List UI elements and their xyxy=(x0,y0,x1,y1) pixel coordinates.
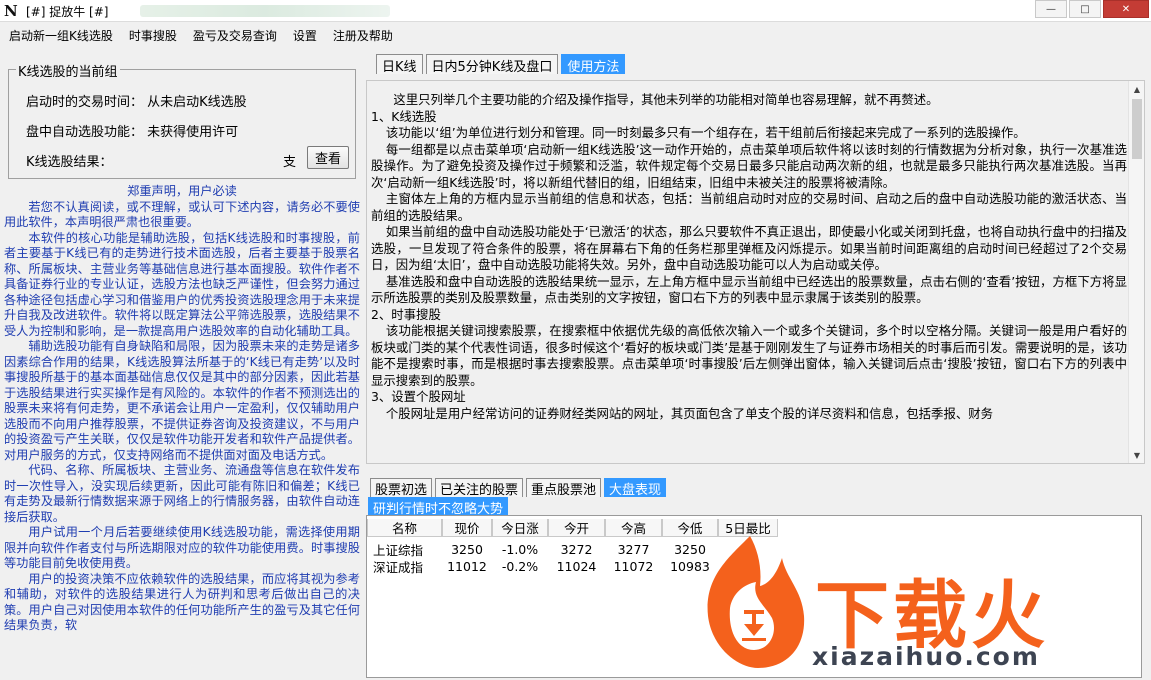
guide-heading: 3、设置个股网址 xyxy=(371,389,466,404)
app-logo-icon: N xyxy=(4,2,18,20)
menu-bar: 启动新一组K线选股 时事搜股 盈亏及交易查询 设置 注册及帮助 xyxy=(0,24,1151,44)
auto-select-row: 盘中自动选股功能： 未获得使用许可 xyxy=(26,121,238,140)
tab-daily-kline[interactable]: 日K线 xyxy=(376,54,423,75)
result-row: K线选股结果： xyxy=(26,151,113,170)
column-header[interactable]: 名称 xyxy=(367,519,442,537)
guide-line: 该功能以‘组’为单位进行划分和管理。同一时刻最多只有一个组存在，若干组前后衔接起… xyxy=(385,125,1026,140)
usage-guide-panel[interactable]: 这里只列举几个主要功能的介绍及操作指导，其他未列举的功能相对简单也容易理解，就不… xyxy=(366,80,1145,464)
guide-heading: 1、K线选股 xyxy=(371,108,437,124)
column-header[interactable]: 今日涨 xyxy=(492,519,548,537)
menu-settings[interactable]: 设置 xyxy=(284,24,324,44)
column-header[interactable]: 现价 xyxy=(442,519,492,537)
cell-price: 11012 xyxy=(447,558,487,574)
result-label: K线选股结果： xyxy=(26,155,113,170)
guide-line: 这里只列举几个主要功能的介绍及操作指导，其他未列举的功能相对简单也容易理解，就不… xyxy=(393,92,939,107)
cell-high: 11072 xyxy=(613,558,654,574)
auto-select-label: 盘中自动选股功能： xyxy=(26,125,144,140)
tab-usage-guide[interactable]: 使用方法 xyxy=(561,54,626,75)
view-results-button[interactable]: 查看 xyxy=(307,146,349,169)
current-group-box: K线选股的当前组 启动时的交易时间： 从未启动K线选股 盘中自动选股功能： 未获… xyxy=(8,61,356,179)
cell-open: 11024 xyxy=(556,558,597,574)
window-controls: — □ ✕ xyxy=(1035,0,1149,18)
tab-intraday-5min[interactable]: 日内5分钟K线及盘口 xyxy=(425,54,559,75)
window-title: [#] 捉放牛 [#] xyxy=(26,5,109,19)
menu-register-help[interactable]: 注册及帮助 xyxy=(324,24,400,44)
stock-list-tabs: 股票初选 已关注的股票 重点股票池 大盘表现 xyxy=(370,478,667,498)
cell-low: 10983 xyxy=(670,558,710,574)
disclaimer-panel: 郑重声明，用户必读 若您不认真阅读，或不理解，或认可下述内容，请务必不要使用此软… xyxy=(4,184,360,680)
guide-line: 每一组都是以点击菜单项‘启动新一组K线选股’这一动作开始的，点击菜单项后软件将以… xyxy=(371,141,1127,190)
title-bar: N [#] 捉放牛 [#] — □ ✕ xyxy=(0,0,1151,22)
disclaimer-title: 郑重声明，用户必读 xyxy=(127,184,237,198)
minimize-button[interactable]: — xyxy=(1035,0,1067,18)
start-time-label: 启动时的交易时间： xyxy=(26,95,144,110)
market-trend-subtab[interactable]: 研判行情时不忽略大势 xyxy=(368,497,509,517)
cell-change: -0.2% xyxy=(501,558,539,574)
disclaimer-paragraph: 本软件的核心功能是辅助选股，包括K线选股和时事搜股，前者主要基于K线已有的走势进… xyxy=(4,230,360,338)
market-table: 名称 现价 今日涨 今开 今高 今低 5日最比 上证综指 3250 -1.0% … xyxy=(366,515,1142,678)
tab-watched-stocks[interactable]: 已关注的股票 xyxy=(435,478,524,498)
auto-select-value: 未获得使用许可 xyxy=(147,125,239,140)
cell-ratio xyxy=(718,558,778,574)
cell-open: 3272 xyxy=(560,541,593,557)
table-header: 名称 现价 今日涨 今开 今高 今低 5日最比 xyxy=(367,519,778,537)
menu-profit-query[interactable]: 盈亏及交易查询 xyxy=(184,24,284,44)
guide-line: 基准选股和盘中自动选股的选股结果统一显示，左上角方框中显示当前组中已经选出的股票… xyxy=(371,273,1127,306)
disclaimer-paragraph: 若您不认真阅读，或不理解，或认可下述内容，请务必不要使用此软件，本声明很严肃也很… xyxy=(4,199,360,230)
menu-news-search[interactable]: 时事搜股 xyxy=(120,24,184,44)
cell-low: 3250 xyxy=(674,541,706,557)
result-count-unit: 支 xyxy=(283,155,297,170)
group-legend: K线选股的当前组 xyxy=(16,61,120,80)
scroll-up-icon[interactable]: ▲ xyxy=(1129,81,1144,97)
disclaimer-paragraph: 用户的投资决策不应依赖软件的选股结果，而应将其视为参考和辅助，对软件的选股结果进… xyxy=(4,571,360,633)
column-header[interactable]: 今开 xyxy=(548,519,605,537)
tab-market-performance[interactable]: 大盘表现 xyxy=(604,478,667,498)
disclaimer-paragraph: 用户试用一个月后若要继续使用K线选股功能，需选择使用期限并向软件作者支付与所选期… xyxy=(4,525,360,570)
guide-line: 主窗体左上角的方框内显示当前组的信息和状态，包括：当前组启动时对应的交易时间、启… xyxy=(371,191,1127,223)
guide-line: 该功能根据关键词搜索股票，在搜索框中依据优先级的高低依次输入一个或多个关键词，多… xyxy=(371,323,1127,388)
column-header[interactable]: 今高 xyxy=(605,519,662,537)
cell-change: -1.0% xyxy=(501,541,539,557)
cell-price: 3250 xyxy=(451,541,483,557)
maximize-button[interactable]: □ xyxy=(1069,0,1101,18)
scroll-thumb[interactable] xyxy=(1132,99,1142,159)
usage-guide-text: 这里只列举几个主要功能的介绍及操作指导，其他未列举的功能相对简单也容易理解，就不… xyxy=(371,92,1127,422)
disclaimer-paragraph: 代码、名称、所属板块、主营业务、流通盘等信息在软件发布时一次性导入，没实现后续更… xyxy=(4,463,360,524)
guide-heading: 2、时事搜股 xyxy=(371,306,441,322)
disclaimer-paragraph: 辅助选股功能有自身缺陷和局限，因为股票未来的走势是诸多因素综合作用的结果，K线选… xyxy=(4,339,360,462)
column-header[interactable]: 5日最比 xyxy=(718,519,778,537)
cell-high: 3277 xyxy=(617,541,650,557)
start-time-value: 从未启动K线选股 xyxy=(147,95,247,110)
cell-name: 深证成指 xyxy=(373,559,424,575)
table-row[interactable]: 上证综指 3250 -1.0% 3272 3277 3250 xyxy=(367,541,778,558)
guide-scrollbar[interactable]: ▲ ▼ xyxy=(1128,81,1144,463)
cell-ratio xyxy=(718,541,778,557)
blurred-title-region xyxy=(140,5,390,17)
tab-key-stock-pool[interactable]: 重点股票池 xyxy=(526,478,602,498)
tab-initial-selection[interactable]: 股票初选 xyxy=(370,478,433,498)
table-row[interactable]: 深证成指 11012 -0.2% 11024 11072 10983 xyxy=(367,558,778,575)
guide-line: 如果当前组的盘中自动选股功能处于‘已激活’的状态，那么只要软件不真正退出，即使最… xyxy=(371,224,1127,272)
column-header[interactable]: 今低 xyxy=(662,519,718,537)
close-button[interactable]: ✕ xyxy=(1103,0,1149,18)
start-time-row: 启动时的交易时间： 从未启动K线选股 xyxy=(26,91,247,110)
chart-tabs: 日K线 日内5分钟K线及盘口 使用方法 xyxy=(376,54,626,75)
cell-name: 上证综指 xyxy=(373,542,424,558)
guide-line: 个股网址是用户经常访问的证券财经类网站的网址，其页面包含了单支个股的详尽资料和信… xyxy=(385,405,994,421)
menu-start-kline-group[interactable]: 启动新一组K线选股 xyxy=(0,24,120,44)
scroll-down-icon[interactable]: ▼ xyxy=(1129,447,1144,463)
